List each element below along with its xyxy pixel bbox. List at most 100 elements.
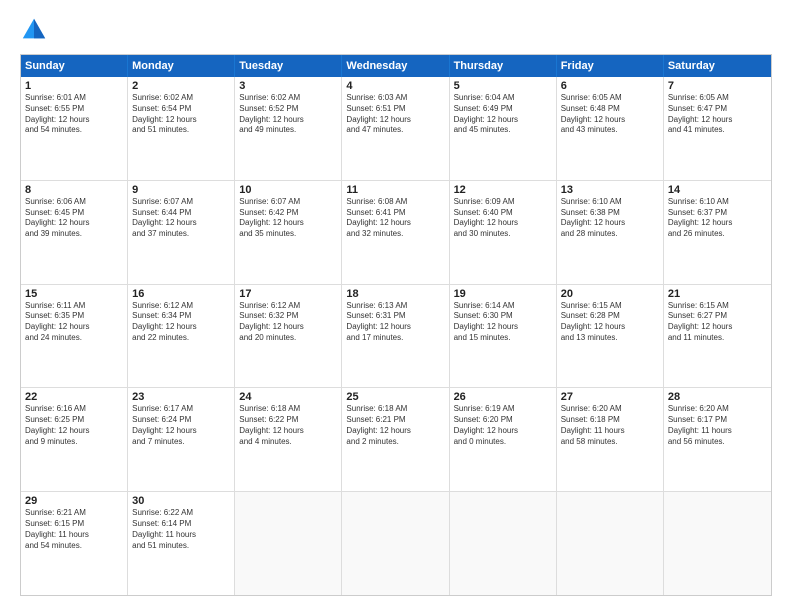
day-number: 1: [25, 80, 123, 92]
cell-info: Sunrise: 6:09 AMSunset: 6:40 PMDaylight:…: [454, 197, 552, 240]
calendar-cell: [557, 492, 664, 595]
day-number: 26: [454, 391, 552, 403]
calendar-header-thursday: Thursday: [450, 55, 557, 77]
day-number: 8: [25, 184, 123, 196]
calendar-body: 1Sunrise: 6:01 AMSunset: 6:55 PMDaylight…: [21, 77, 771, 595]
day-number: 20: [561, 288, 659, 300]
calendar-cell: 30Sunrise: 6:22 AMSunset: 6:14 PMDayligh…: [128, 492, 235, 595]
calendar-cell: 12Sunrise: 6:09 AMSunset: 6:40 PMDayligh…: [450, 181, 557, 284]
day-number: 23: [132, 391, 230, 403]
calendar-week-2: 8Sunrise: 6:06 AMSunset: 6:45 PMDaylight…: [21, 181, 771, 285]
calendar-cell: 7Sunrise: 6:05 AMSunset: 6:47 PMDaylight…: [664, 77, 771, 180]
logo-icon: [20, 16, 48, 44]
calendar-cell: [342, 492, 449, 595]
cell-info: Sunrise: 6:16 AMSunset: 6:25 PMDaylight:…: [25, 404, 123, 447]
day-number: 13: [561, 184, 659, 196]
calendar-cell: 25Sunrise: 6:18 AMSunset: 6:21 PMDayligh…: [342, 388, 449, 491]
calendar-cell: 18Sunrise: 6:13 AMSunset: 6:31 PMDayligh…: [342, 285, 449, 388]
day-number: 25: [346, 391, 444, 403]
calendar-cell: 11Sunrise: 6:08 AMSunset: 6:41 PMDayligh…: [342, 181, 449, 284]
calendar-header-friday: Friday: [557, 55, 664, 77]
day-number: 18: [346, 288, 444, 300]
calendar-cell: 27Sunrise: 6:20 AMSunset: 6:18 PMDayligh…: [557, 388, 664, 491]
calendar-header-wednesday: Wednesday: [342, 55, 449, 77]
calendar-header-saturday: Saturday: [664, 55, 771, 77]
calendar-cell: 14Sunrise: 6:10 AMSunset: 6:37 PMDayligh…: [664, 181, 771, 284]
calendar-cell: 23Sunrise: 6:17 AMSunset: 6:24 PMDayligh…: [128, 388, 235, 491]
calendar-cell: 3Sunrise: 6:02 AMSunset: 6:52 PMDaylight…: [235, 77, 342, 180]
calendar-cell: 29Sunrise: 6:21 AMSunset: 6:15 PMDayligh…: [21, 492, 128, 595]
cell-info: Sunrise: 6:11 AMSunset: 6:35 PMDaylight:…: [25, 301, 123, 344]
calendar-cell: 9Sunrise: 6:07 AMSunset: 6:44 PMDaylight…: [128, 181, 235, 284]
day-number: 29: [25, 495, 123, 507]
cell-info: Sunrise: 6:02 AMSunset: 6:52 PMDaylight:…: [239, 93, 337, 136]
day-number: 27: [561, 391, 659, 403]
cell-info: Sunrise: 6:20 AMSunset: 6:17 PMDaylight:…: [668, 404, 767, 447]
cell-info: Sunrise: 6:14 AMSunset: 6:30 PMDaylight:…: [454, 301, 552, 344]
day-number: 14: [668, 184, 767, 196]
calendar-cell: 28Sunrise: 6:20 AMSunset: 6:17 PMDayligh…: [664, 388, 771, 491]
calendar-cell: 17Sunrise: 6:12 AMSunset: 6:32 PMDayligh…: [235, 285, 342, 388]
day-number: 24: [239, 391, 337, 403]
cell-info: Sunrise: 6:02 AMSunset: 6:54 PMDaylight:…: [132, 93, 230, 136]
day-number: 11: [346, 184, 444, 196]
cell-info: Sunrise: 6:04 AMSunset: 6:49 PMDaylight:…: [454, 93, 552, 136]
day-number: 3: [239, 80, 337, 92]
day-number: 30: [132, 495, 230, 507]
day-number: 4: [346, 80, 444, 92]
calendar-week-4: 22Sunrise: 6:16 AMSunset: 6:25 PMDayligh…: [21, 388, 771, 492]
calendar-cell: 22Sunrise: 6:16 AMSunset: 6:25 PMDayligh…: [21, 388, 128, 491]
calendar-cell: 13Sunrise: 6:10 AMSunset: 6:38 PMDayligh…: [557, 181, 664, 284]
cell-info: Sunrise: 6:03 AMSunset: 6:51 PMDaylight:…: [346, 93, 444, 136]
calendar-cell: 8Sunrise: 6:06 AMSunset: 6:45 PMDaylight…: [21, 181, 128, 284]
day-number: 19: [454, 288, 552, 300]
calendar-cell: 6Sunrise: 6:05 AMSunset: 6:48 PMDaylight…: [557, 77, 664, 180]
cell-info: Sunrise: 6:22 AMSunset: 6:14 PMDaylight:…: [132, 508, 230, 551]
day-number: 16: [132, 288, 230, 300]
cell-info: Sunrise: 6:15 AMSunset: 6:28 PMDaylight:…: [561, 301, 659, 344]
day-number: 5: [454, 80, 552, 92]
day-number: 21: [668, 288, 767, 300]
calendar-cell: 10Sunrise: 6:07 AMSunset: 6:42 PMDayligh…: [235, 181, 342, 284]
cell-info: Sunrise: 6:06 AMSunset: 6:45 PMDaylight:…: [25, 197, 123, 240]
calendar-week-3: 15Sunrise: 6:11 AMSunset: 6:35 PMDayligh…: [21, 285, 771, 389]
calendar-cell: 1Sunrise: 6:01 AMSunset: 6:55 PMDaylight…: [21, 77, 128, 180]
cell-info: Sunrise: 6:15 AMSunset: 6:27 PMDaylight:…: [668, 301, 767, 344]
calendar-cell: [235, 492, 342, 595]
day-number: 28: [668, 391, 767, 403]
cell-info: Sunrise: 6:20 AMSunset: 6:18 PMDaylight:…: [561, 404, 659, 447]
calendar-cell: 26Sunrise: 6:19 AMSunset: 6:20 PMDayligh…: [450, 388, 557, 491]
calendar-cell: 19Sunrise: 6:14 AMSunset: 6:30 PMDayligh…: [450, 285, 557, 388]
calendar-header: SundayMondayTuesdayWednesdayThursdayFrid…: [21, 55, 771, 77]
day-number: 2: [132, 80, 230, 92]
calendar-header-tuesday: Tuesday: [235, 55, 342, 77]
day-number: 6: [561, 80, 659, 92]
header: [20, 16, 772, 44]
calendar-week-5: 29Sunrise: 6:21 AMSunset: 6:15 PMDayligh…: [21, 492, 771, 595]
cell-info: Sunrise: 6:18 AMSunset: 6:21 PMDaylight:…: [346, 404, 444, 447]
calendar-cell: 24Sunrise: 6:18 AMSunset: 6:22 PMDayligh…: [235, 388, 342, 491]
cell-info: Sunrise: 6:19 AMSunset: 6:20 PMDaylight:…: [454, 404, 552, 447]
day-number: 22: [25, 391, 123, 403]
logo: [20, 16, 52, 44]
cell-info: Sunrise: 6:10 AMSunset: 6:37 PMDaylight:…: [668, 197, 767, 240]
day-number: 10: [239, 184, 337, 196]
calendar-header-monday: Monday: [128, 55, 235, 77]
cell-info: Sunrise: 6:21 AMSunset: 6:15 PMDaylight:…: [25, 508, 123, 551]
calendar-cell: 5Sunrise: 6:04 AMSunset: 6:49 PMDaylight…: [450, 77, 557, 180]
cell-info: Sunrise: 6:18 AMSunset: 6:22 PMDaylight:…: [239, 404, 337, 447]
calendar-cell: 15Sunrise: 6:11 AMSunset: 6:35 PMDayligh…: [21, 285, 128, 388]
calendar-cell: 16Sunrise: 6:12 AMSunset: 6:34 PMDayligh…: [128, 285, 235, 388]
cell-info: Sunrise: 6:10 AMSunset: 6:38 PMDaylight:…: [561, 197, 659, 240]
cell-info: Sunrise: 6:13 AMSunset: 6:31 PMDaylight:…: [346, 301, 444, 344]
calendar-cell: [450, 492, 557, 595]
day-number: 9: [132, 184, 230, 196]
calendar: SundayMondayTuesdayWednesdayThursdayFrid…: [20, 54, 772, 596]
calendar-week-1: 1Sunrise: 6:01 AMSunset: 6:55 PMDaylight…: [21, 77, 771, 181]
day-number: 12: [454, 184, 552, 196]
cell-info: Sunrise: 6:07 AMSunset: 6:44 PMDaylight:…: [132, 197, 230, 240]
calendar-cell: 2Sunrise: 6:02 AMSunset: 6:54 PMDaylight…: [128, 77, 235, 180]
cell-info: Sunrise: 6:01 AMSunset: 6:55 PMDaylight:…: [25, 93, 123, 136]
cell-info: Sunrise: 6:05 AMSunset: 6:47 PMDaylight:…: [668, 93, 767, 136]
cell-info: Sunrise: 6:17 AMSunset: 6:24 PMDaylight:…: [132, 404, 230, 447]
